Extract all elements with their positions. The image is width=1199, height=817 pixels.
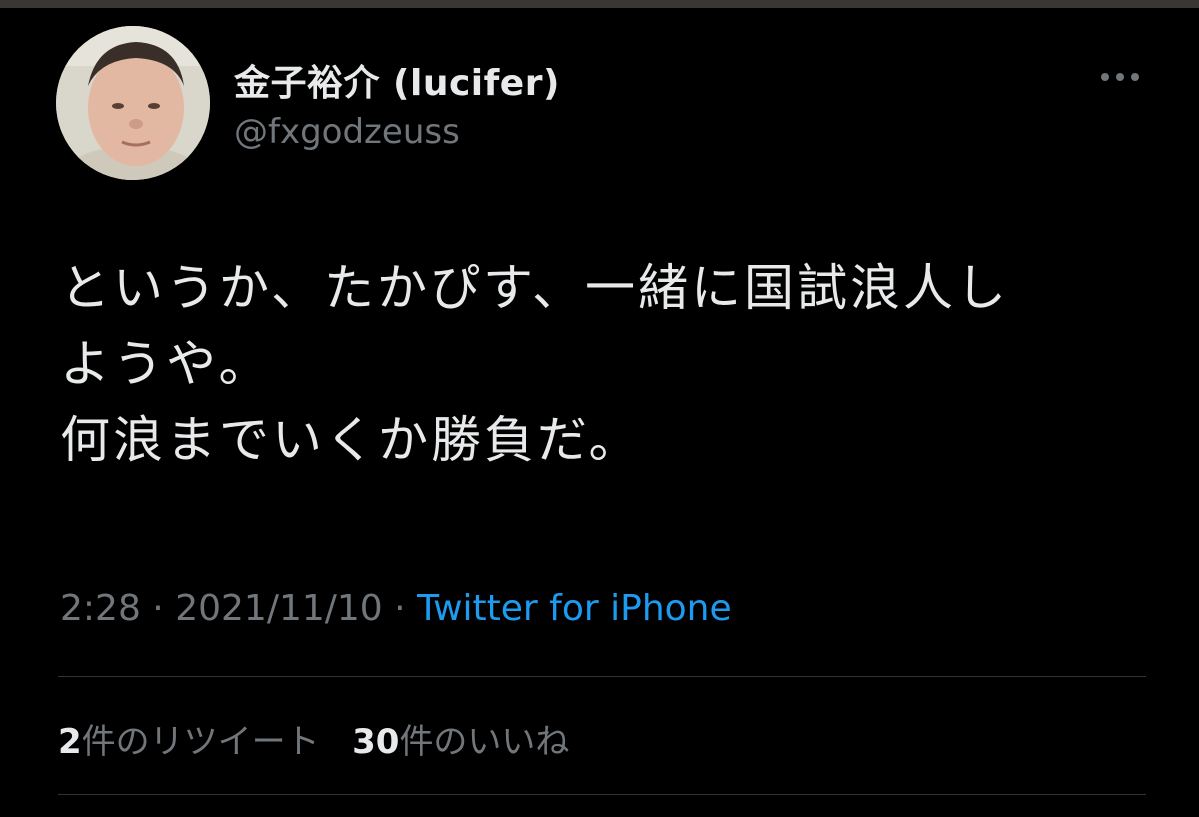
more-button[interactable] [1090,62,1150,92]
meta-separator: · [152,588,164,629]
like-count: 30 [352,722,400,762]
tweet-date[interactable]: 2021/11/10 [175,588,383,629]
engagement-stats: 2件のリツイート 30件のいいね [58,714,569,763]
tweet-meta: 2:28 · 2021/11/10 · Twitter for iPhone [60,588,732,629]
retweet-count: 2 [58,722,82,762]
avatar[interactable] [56,26,210,180]
like-label: 件のいいね [399,722,570,762]
retweet-label: 件のリツイート [81,722,320,762]
retweets-stat[interactable]: 2件のリツイート [58,722,320,762]
likes-stat[interactable]: 30件のいいね [352,722,569,762]
top-strip [0,0,1199,8]
divider [58,794,1146,795]
source-link[interactable]: Twitter for iPhone [417,588,732,629]
meta-separator: · [394,588,406,629]
more-horizontal-icon [1101,73,1139,81]
tweet-text: というか、たかぴす、一緒に国試浪人し ようや。 何浪までいくか勝負だ。 [60,259,1009,469]
divider [58,676,1146,677]
user-handle[interactable]: @fxgodzeuss [234,112,460,152]
avatar-image [56,26,210,180]
display-name[interactable]: 金子裕介 (lucifer) [234,54,560,106]
tweet-time[interactable]: 2:28 [60,588,141,629]
